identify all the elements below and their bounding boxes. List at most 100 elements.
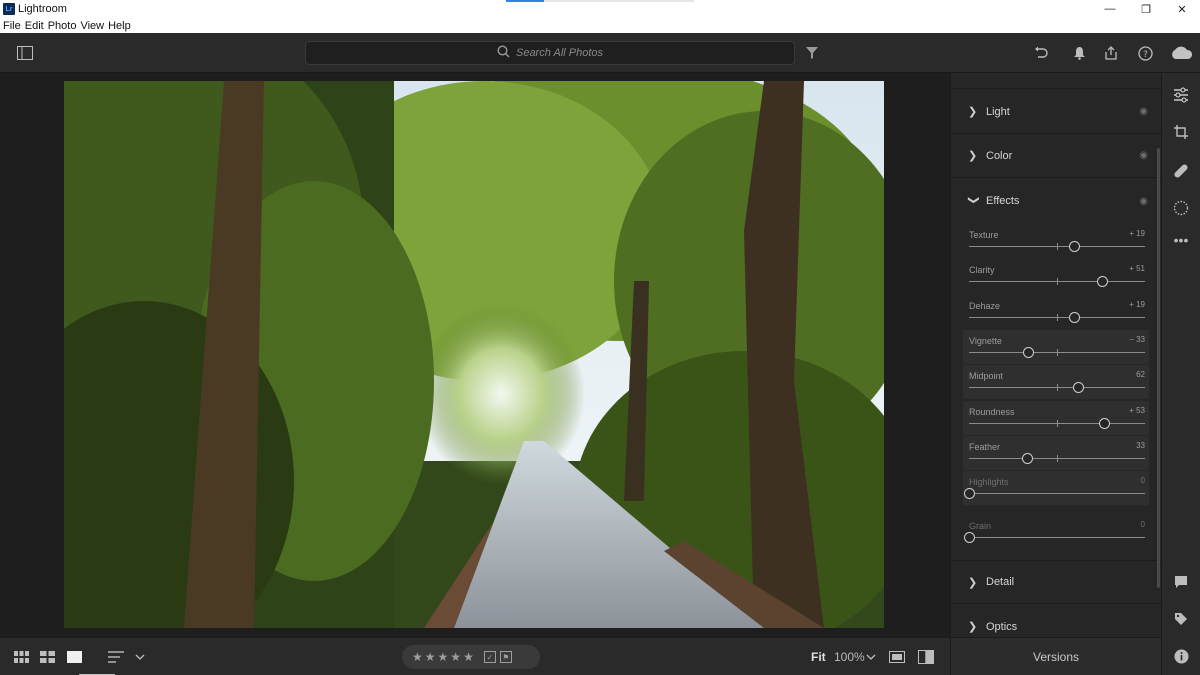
search-bar[interactable]: Search All Photos	[305, 41, 795, 65]
edit-sliders-icon[interactable]	[1171, 85, 1191, 105]
slider-highlights[interactable]: Highlights 0	[963, 471, 1149, 506]
chevron-right-icon: ❯	[968, 150, 978, 162]
slider-handle[interactable]	[1098, 417, 1110, 429]
grid-view-small-icon[interactable]	[14, 648, 29, 666]
zoom-fit-button[interactable]: Fit	[811, 650, 826, 664]
star-rating-2[interactable]: ★	[425, 650, 436, 664]
slider-value[interactable]: + 53	[1129, 406, 1145, 415]
slider-handle[interactable]	[1022, 346, 1034, 358]
menu-file[interactable]: File	[3, 20, 21, 32]
star-rating-5[interactable]: ★	[463, 650, 474, 664]
slider-track[interactable]	[969, 493, 1145, 495]
chevron-right-icon: ❯	[968, 576, 978, 589]
slider-value[interactable]: 0	[1141, 520, 1145, 529]
slider-label: Highlights	[969, 477, 1009, 488]
slider-value[interactable]: + 19	[1129, 229, 1145, 238]
slider-value[interactable]: 62	[1136, 370, 1145, 379]
slider-grain[interactable]: Grain 0	[963, 515, 1149, 549]
masking-icon[interactable]	[1171, 198, 1191, 218]
slider-dehaze[interactable]: Dehaze + 19	[963, 295, 1149, 329]
slider-value[interactable]: + 19	[1129, 300, 1145, 309]
sort-dropdown-chevron-icon[interactable]	[135, 648, 145, 666]
panel-scrollbar[interactable]	[1157, 148, 1160, 588]
undo-icon[interactable]	[1031, 43, 1051, 63]
slider-vignette[interactable]: Vignette − 33	[963, 329, 1149, 364]
section-color[interactable]: ❯ Color ◉	[951, 134, 1161, 178]
section-light[interactable]: ❯ Light ◉	[951, 90, 1161, 134]
slider-handle[interactable]	[1068, 241, 1080, 252]
help-icon[interactable]: ?	[1135, 43, 1155, 63]
zoom-level-button[interactable]: 100%	[834, 650, 865, 664]
notifications-bell-icon[interactable]	[1069, 43, 1089, 63]
eye-icon[interactable]: ◉	[1139, 106, 1148, 117]
slider-handle[interactable]	[964, 532, 975, 544]
show-original-icon[interactable]	[889, 648, 905, 666]
zoom-dropdown-chevron-icon[interactable]	[866, 648, 876, 666]
lightroom-logo-icon: Lr	[3, 3, 15, 15]
section-optics[interactable]: ❯ Optics	[951, 605, 1161, 637]
slider-texture[interactable]: Texture + 19	[963, 224, 1149, 258]
slider-midpoint[interactable]: Midpoint 62	[963, 365, 1149, 400]
eye-icon[interactable]: ◉	[1139, 196, 1148, 207]
edit-panel: ❯ Light ◉ ❯ Color ◉ ❯ Effects ◉ Texture +…	[950, 73, 1161, 637]
section-detail[interactable]: ❯ Detail	[951, 560, 1161, 604]
slider-track[interactable]	[969, 537, 1145, 539]
star-rating-3[interactable]: ★	[438, 650, 449, 664]
cloud-sync-icon[interactable]	[1168, 43, 1194, 63]
slider-handle[interactable]	[1096, 276, 1108, 288]
maximize-button[interactable]: ❐	[1128, 0, 1164, 18]
slider-label: Texture	[969, 230, 999, 240]
rating-flag-bar: ★ ★ ★ ★ ★ ✓ ⚑	[402, 645, 540, 669]
comments-icon[interactable]	[1171, 572, 1191, 592]
menu-edit[interactable]: Edit	[25, 20, 44, 32]
slider-handle[interactable]	[1068, 311, 1080, 323]
info-icon[interactable]	[1171, 646, 1191, 666]
menu-photo[interactable]: Photo	[48, 20, 77, 32]
slider-clarity[interactable]: Clarity + 51	[963, 259, 1149, 293]
sort-icon[interactable]	[108, 648, 124, 666]
title-bar: Lr Lightroom — ❐ ✕	[0, 0, 1200, 18]
menu-help[interactable]: Help	[108, 20, 131, 32]
slider-value[interactable]: + 51	[1129, 264, 1145, 273]
slider-handle[interactable]	[1022, 452, 1034, 464]
slider-zero-tick	[1057, 243, 1058, 250]
panel-toggle-icon[interactable]	[15, 43, 35, 63]
slider-value[interactable]: − 33	[1129, 335, 1145, 344]
minimize-button[interactable]: —	[1092, 0, 1128, 18]
bottom-bar: ★ ★ ★ ★ ★ ✓ ⚑ Fit 100%	[0, 637, 950, 675]
section-effects[interactable]: ❯ Effects ◉	[951, 179, 1161, 223]
tool-rail: •••	[1161, 73, 1200, 675]
eye-icon[interactable]: ◉	[1139, 150, 1148, 161]
sync-progress-bar	[506, 0, 694, 2]
close-button[interactable]: ✕	[1164, 0, 1200, 18]
section-optics-label: Optics	[986, 620, 1018, 633]
slider-value[interactable]: 0	[1141, 476, 1145, 485]
reject-flag-icon[interactable]: ⚑	[499, 651, 512, 663]
star-rating-1[interactable]: ★	[412, 650, 423, 664]
healing-bandage-icon[interactable]	[1171, 161, 1191, 181]
pick-flag-icon[interactable]: ✓	[483, 651, 496, 663]
crop-icon[interactable]	[1171, 122, 1191, 142]
search-input[interactable]: Search All Photos	[516, 47, 603, 59]
star-rating-4[interactable]: ★	[450, 650, 461, 664]
menu-view[interactable]: View	[80, 20, 104, 32]
section-detail-label: Detail	[986, 576, 1015, 588]
slider-handle[interactable]	[1073, 382, 1085, 394]
slider-roundness[interactable]: Roundness + 53	[963, 400, 1149, 435]
compare-split-icon[interactable]	[918, 648, 934, 666]
chevron-right-icon: ❯	[968, 106, 978, 118]
slider-label: Roundness	[969, 406, 1015, 417]
slider-handle[interactable]	[964, 488, 975, 500]
single-image-view-icon[interactable]	[67, 648, 82, 666]
more-options-icon[interactable]: •••	[1171, 230, 1191, 250]
slider-value[interactable]: 33	[1136, 441, 1145, 450]
slider-zero-tick	[1057, 278, 1058, 286]
slider-feather[interactable]: Feather 33	[963, 435, 1149, 470]
filter-icon[interactable]	[802, 43, 822, 63]
keyword-tag-icon[interactable]	[1171, 609, 1191, 629]
grid-view-large-icon[interactable]	[40, 648, 55, 666]
versions-button[interactable]: Versions	[950, 637, 1161, 675]
window-title: Lightroom	[18, 3, 67, 15]
share-icon[interactable]	[1101, 43, 1121, 63]
photo-forest-path[interactable]	[64, 81, 884, 628]
